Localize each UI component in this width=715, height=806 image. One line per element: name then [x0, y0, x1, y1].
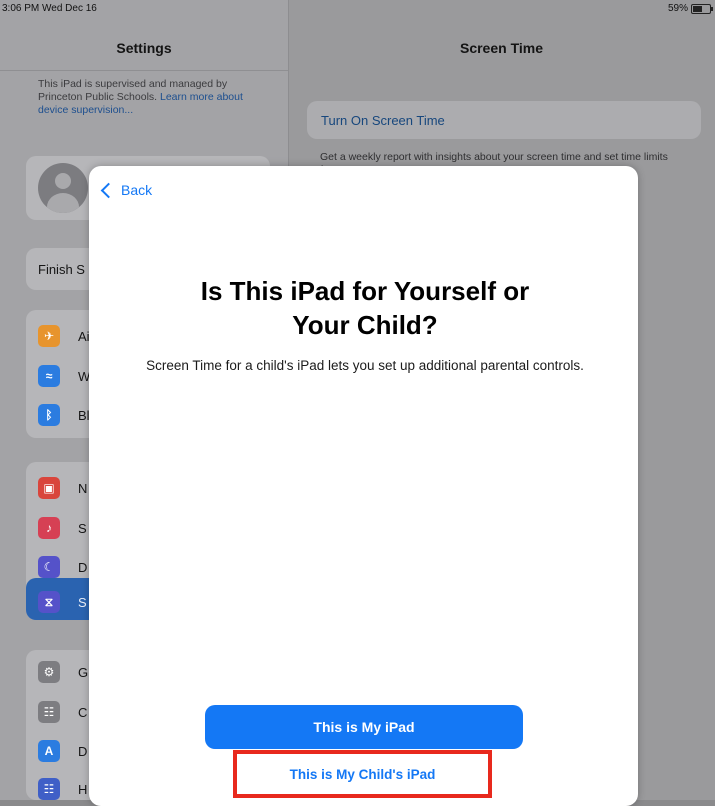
screen-time-title: Screen Time	[459, 40, 543, 56]
sidebar-item-label[interactable]: Ai	[78, 329, 90, 344]
bluetooth-icon: ᛒ	[38, 404, 60, 426]
status-battery: 59%	[667, 3, 713, 14]
hourglass-icon: ⧖	[38, 591, 60, 613]
sidebar-item-label[interactable]: S	[78, 595, 87, 610]
sidebar-item-label[interactable]: C	[78, 705, 87, 720]
this-is-my-childs-ipad-button[interactable]: This is My Child's iPad	[237, 754, 488, 794]
supervision-notice: This iPad is supervised and managed by P…	[38, 78, 268, 117]
notifications-icon: ▣	[38, 477, 60, 499]
home-screen-icon: ☷	[38, 778, 60, 800]
battery-icon	[691, 3, 713, 14]
control-center-icon: ☷	[38, 701, 60, 723]
sidebar-item-label[interactable]: N	[78, 481, 87, 496]
screen-time-description: Get a weekly report with insights about …	[320, 151, 668, 167]
chevron-left-icon	[100, 182, 117, 198]
sidebar-item-label[interactable]: D	[78, 744, 87, 759]
avatar	[38, 163, 88, 213]
turn-on-screen-time-label: Turn On Screen Time	[321, 113, 445, 128]
header-divider	[0, 70, 288, 71]
modal-title: Is This iPad for Yourself or Your Child?	[200, 276, 530, 340]
turn-on-screen-time-button[interactable]: Turn On Screen Time	[307, 101, 701, 139]
sidebar-item-label[interactable]: H	[78, 782, 87, 797]
settings-title: Settings	[116, 40, 172, 56]
finish-setup-label: Finish S	[38, 262, 85, 277]
modal-subtitle: Screen Time for a child's iPad lets you …	[146, 358, 584, 373]
battery-percent: 59%	[667, 3, 688, 14]
gear-icon: ⚙	[38, 661, 60, 683]
back-label: Back	[121, 182, 153, 198]
this-is-my-ipad-button[interactable]: This is My iPad	[205, 705, 523, 749]
airplane-icon: ✈	[38, 325, 60, 347]
display-icon: A	[38, 740, 60, 762]
moon-icon: ☾	[38, 556, 60, 578]
status-time: 3:06 PM Wed Dec 16	[2, 3, 97, 14]
back-button[interactable]: Back	[97, 182, 152, 198]
sidebar-item-label[interactable]: G	[78, 665, 88, 680]
wifi-icon: ≈	[38, 365, 60, 387]
sidebar-item-label[interactable]: D	[78, 560, 87, 575]
sidebar-item-label[interactable]: S	[78, 521, 87, 536]
sounds-icon: ♪	[38, 517, 60, 539]
sidebar-item-label[interactable]: Bl	[78, 408, 90, 423]
